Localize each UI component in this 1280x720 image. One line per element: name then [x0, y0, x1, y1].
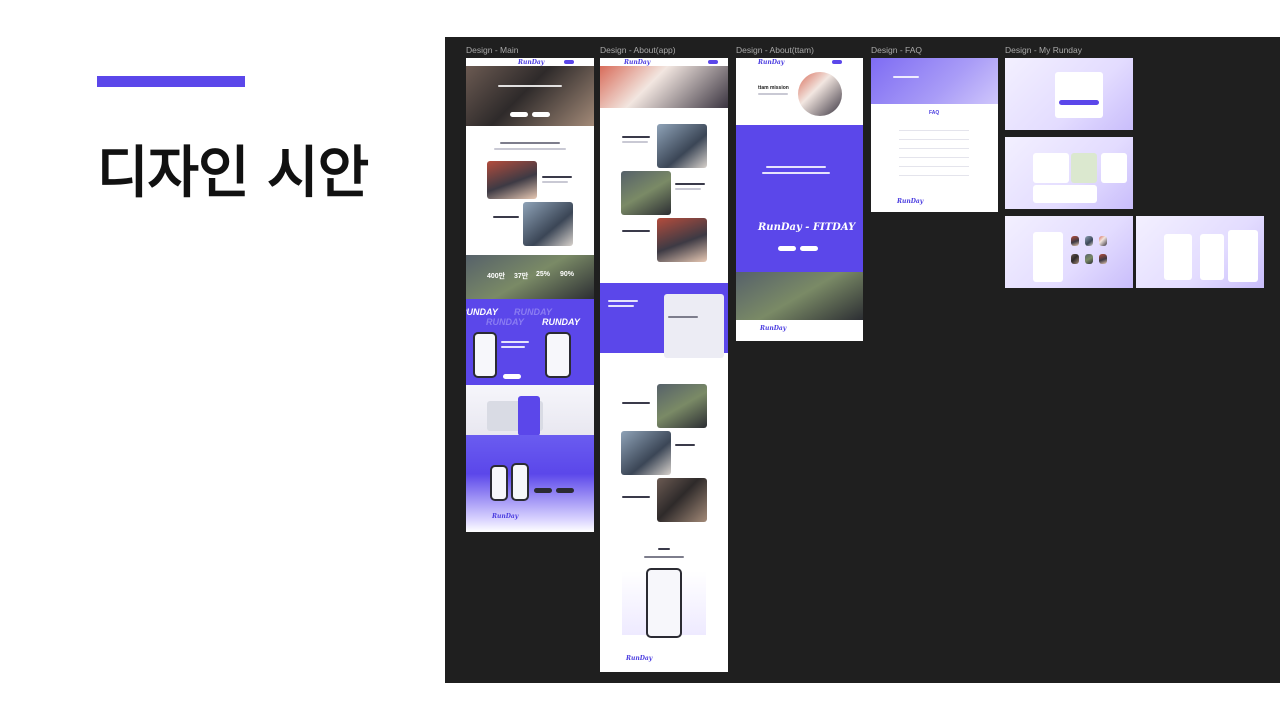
marquee-text: RUNDAY [466, 307, 498, 317]
map-card [1071, 153, 1097, 183]
app-ui-card [664, 294, 724, 358]
photo [657, 478, 707, 522]
nav-button [708, 60, 718, 64]
store-button [800, 246, 818, 251]
phone-mockup [646, 568, 682, 638]
marquee-text: RUNDAY [542, 317, 580, 327]
photo [657, 218, 707, 262]
footer-logo: RunDay [760, 325, 787, 332]
store-button [534, 488, 552, 493]
circle-photo [798, 72, 842, 116]
photo [523, 202, 573, 246]
slide-title: 디자인 시안 [97, 141, 369, 206]
chart-card [1033, 185, 1097, 203]
footer-logo: RunDay [492, 513, 519, 520]
store-button [532, 112, 550, 117]
presentation-slide: 디자인 시안 Design - Main Design - About(app)… [0, 0, 1280, 720]
frame-label-my-runday[interactable]: Design - My Runday [1005, 45, 1082, 55]
frame-label-about-app[interactable]: Design - About(app) [600, 45, 676, 55]
phone-mockup [545, 332, 571, 378]
store-button [778, 246, 796, 251]
stats-card [1101, 153, 1127, 183]
photo [487, 161, 537, 199]
nav-button [564, 60, 574, 64]
frame-label-main[interactable]: Design - Main [466, 45, 518, 55]
profile-card [1033, 232, 1063, 282]
faq-item [899, 175, 969, 176]
footer-logo: RunDay [897, 198, 924, 205]
logo: RunDay [518, 59, 545, 66]
stat-value: 37만 [514, 273, 529, 280]
phone-mockup [511, 463, 529, 501]
frame-faq[interactable]: FAQ RunDay [871, 58, 998, 212]
stat-value: 400만 [487, 273, 506, 280]
stat-value: 90% [560, 271, 575, 278]
photo [657, 384, 707, 428]
faq-hero [871, 58, 998, 104]
photo [621, 431, 671, 475]
frame-about-ttam[interactable]: RunDay ttam mission RunDay - FITDAY RunD… [736, 58, 863, 341]
frame-label-about-ttam[interactable]: Design - About(ttam) [736, 45, 814, 55]
store-button [556, 488, 574, 493]
my-runday-login[interactable] [1005, 58, 1133, 130]
hero-image [600, 66, 728, 108]
my-runday-gallery[interactable] [1005, 216, 1133, 288]
contact-banner [736, 272, 863, 320]
footer-logo: RunDay [626, 655, 653, 662]
faq-item [899, 157, 969, 158]
phone-mockup [473, 332, 497, 378]
store-button [510, 112, 528, 117]
faq-item [899, 130, 969, 131]
faq-item [899, 166, 969, 167]
faq-item [899, 139, 969, 140]
app-screen [518, 396, 540, 436]
photo [657, 124, 707, 168]
frame-about-app[interactable]: RunDay RunDay [600, 58, 728, 672]
accent-bar [97, 76, 245, 87]
marquee-text: RUNDAY [514, 307, 552, 317]
hero-image [466, 66, 594, 126]
logo: RunDay [624, 59, 651, 66]
logo: RunDay [758, 59, 785, 66]
section-heading: ttam mission [758, 85, 789, 91]
stat-value: 25% [536, 271, 551, 278]
brand-collab-text: RunDay - FITDAY [758, 222, 856, 233]
photo [621, 171, 671, 215]
design-canvas[interactable]: Design - Main Design - About(app) Design… [445, 37, 1280, 683]
menu-card [1164, 234, 1192, 280]
calendar-card [1033, 153, 1069, 183]
frame-label-faq[interactable]: Design - FAQ [871, 45, 922, 55]
marquee-text: RUNDAY [486, 317, 524, 327]
list-card [1200, 234, 1224, 280]
download-section [466, 435, 594, 532]
badge-grid [1228, 230, 1258, 282]
my-runday-dashboard[interactable] [1005, 137, 1133, 209]
my-runday-badges[interactable] [1136, 216, 1264, 288]
frame-main[interactable]: RunDay 400만 37만 25% 90% RUNDAY RUNDAY RU… [466, 58, 594, 532]
nav-button [832, 60, 842, 64]
faq-item [899, 148, 969, 149]
phone-mockup [490, 465, 508, 501]
stats-banner [466, 255, 594, 299]
cta-button [503, 374, 521, 379]
login-card [1055, 72, 1103, 118]
login-button [1059, 100, 1099, 105]
faq-heading: FAQ [929, 110, 940, 116]
